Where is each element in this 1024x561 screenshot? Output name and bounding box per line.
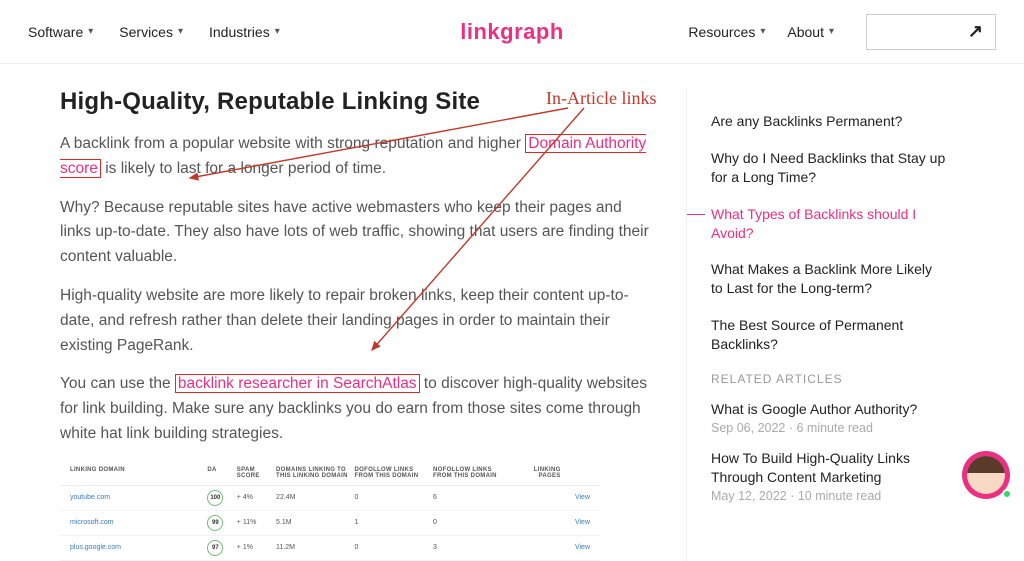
table-row: youtube.com100+ 4%22.4M06View	[60, 486, 600, 511]
nav-left: Software ▾ Services ▾ Industries ▾	[28, 24, 280, 40]
highlight-box: backlink researcher in SearchAtlas	[175, 374, 420, 393]
view-link[interactable]: View	[561, 544, 590, 551]
table-row: plus.google.com97+ 1%11.2M03View	[60, 536, 600, 561]
paragraph-4: You can use the backlink researcher in S…	[60, 372, 650, 446]
annotation-label: In-Article links	[546, 88, 656, 109]
view-link[interactable]: View	[561, 494, 590, 501]
cell-domain[interactable]: youtube.com	[70, 494, 207, 501]
chevron-down-icon: ▾	[178, 26, 183, 37]
table-header: LINKING DOMAIN DA SPAM SCORE DOMAINS LIN…	[60, 461, 600, 486]
related-article[interactable]: What is Google Author Authority? Sep 06, …	[711, 400, 946, 435]
related-meta: Sep 06, 2022 · 6 minute read	[711, 421, 946, 435]
related-title: How To Build High-Quality Links Through …	[711, 449, 946, 487]
article-body: High-Quality, Reputable Linking Site A b…	[60, 88, 650, 561]
nav-label: Services	[119, 24, 173, 40]
toc-item[interactable]: Why do I Need Backlinks that Stay up for…	[711, 149, 946, 187]
status-online-icon	[1002, 489, 1012, 499]
nav-services[interactable]: Services ▾	[119, 24, 183, 40]
top-nav: Software ▾ Services ▾ Industries ▾ linkgrap…	[0, 0, 1024, 64]
nav-software[interactable]: Software ▾	[28, 24, 93, 40]
paragraph-1: A backlink from a popular website with s…	[60, 132, 650, 182]
nav-label: About	[787, 24, 824, 40]
nav-industries[interactable]: Industries ▾	[209, 24, 280, 40]
related-meta: May 12, 2022 · 10 minute read	[711, 489, 946, 503]
search-box[interactable]: ↗	[866, 14, 996, 50]
nav-resources[interactable]: Resources ▾	[688, 24, 765, 40]
related-article[interactable]: How To Build High-Quality Links Through …	[711, 449, 946, 503]
sidebar: Are any Backlinks Permanent? Why do I Nee…	[686, 88, 946, 561]
da-badge: 97	[207, 540, 223, 556]
toc-item[interactable]: What Types of Backlinks should I Avoid?	[711, 205, 946, 243]
nav-label: Software	[28, 24, 83, 40]
paragraph-3: High-quality website are more likely to …	[60, 284, 650, 358]
chevron-down-icon: ▾	[275, 26, 280, 37]
nav-label: Industries	[209, 24, 270, 40]
nav-label: Resources	[688, 24, 755, 40]
nav-about[interactable]: About ▾	[787, 24, 834, 40]
arrow-icon: ↗	[968, 21, 983, 42]
view-link[interactable]: View	[561, 519, 590, 526]
table-row: microsoft.com99+ 11%5.1M10View	[60, 511, 600, 536]
nav-right: Resources ▾ About ▾ ↗	[688, 14, 996, 50]
cell-domain[interactable]: plus.google.com	[70, 544, 207, 551]
related-title: What is Google Author Authority?	[711, 400, 946, 419]
paragraph-2: Why? Because reputable sites have active…	[60, 196, 650, 270]
toc-item[interactable]: What Makes a Backlink More Likely to Las…	[711, 260, 946, 298]
brand-logo[interactable]: linkgraph	[460, 19, 564, 45]
toc-item[interactable]: The Best Source of Permanent Backlinks?	[711, 316, 946, 354]
backlink-table-thumbnail: LINKING DOMAIN DA SPAM SCORE DOMAINS LIN…	[60, 461, 600, 561]
chevron-down-icon: ▾	[88, 26, 93, 37]
avatar	[967, 456, 1005, 494]
da-badge: 99	[207, 515, 223, 531]
da-badge: 100	[207, 490, 223, 506]
related-header: RELATED ARTICLES	[711, 372, 946, 386]
toc-item[interactable]: Are any Backlinks Permanent?	[711, 112, 946, 131]
chevron-down-icon: ▾	[760, 26, 765, 37]
chevron-down-icon: ▾	[829, 26, 834, 37]
link-backlink-researcher[interactable]: backlink researcher in SearchAtlas	[175, 374, 420, 393]
cell-domain[interactable]: microsoft.com	[70, 519, 207, 526]
